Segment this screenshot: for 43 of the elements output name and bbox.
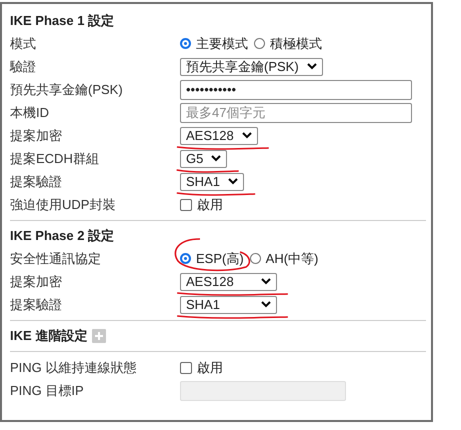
field-label: 本機ID (10, 104, 50, 122)
password-field[interactable]: ••••••••••• (180, 80, 412, 100)
chevron-down-icon (228, 178, 238, 185)
checkbox-label[interactable]: 啟用 (197, 196, 223, 214)
section-title: IKE Phase 1 設定 (10, 12, 114, 30)
radio-button[interactable] (254, 38, 265, 49)
field-label: 提案加密 (10, 126, 63, 144)
field-label: 驗證 (10, 58, 37, 76)
checkbox[interactable] (180, 362, 192, 374)
section-title: IKE 進階設定 (10, 327, 88, 345)
radio-button[interactable] (180, 38, 191, 49)
field-label: 提案加密 (10, 272, 63, 290)
field-label: 提案驗證 (10, 296, 63, 314)
radio-label[interactable]: AH(中等) (266, 250, 318, 268)
field-label: 強迫使用UDP封裝 (10, 196, 116, 214)
chevron-down-icon (261, 278, 271, 285)
dropdown[interactable]: SHA1 (180, 296, 277, 314)
radio-label[interactable]: 主要模式 (196, 34, 248, 52)
chevron-down-icon (211, 155, 222, 162)
field-label: 提案驗證 (10, 172, 63, 190)
dropdown[interactable]: 預先共享金鑰(PSK) (180, 58, 323, 76)
field-label: 安全性通訊協定 (10, 250, 102, 268)
checkbox[interactable] (180, 198, 192, 210)
field-label: PING 目標IP (10, 382, 85, 400)
radio-button[interactable] (180, 253, 191, 264)
input-field[interactable]: 最多47個字元 (180, 102, 412, 122)
dropdown[interactable]: AES128 (180, 272, 277, 290)
field-label: 預先共享金鑰(PSK) (10, 80, 124, 98)
field-label: 模式 (10, 34, 37, 52)
chevron-down-icon (242, 132, 252, 139)
checkbox-label[interactable]: 啟用 (197, 358, 223, 376)
dropdown[interactable]: AES128 (180, 126, 258, 144)
radio-button[interactable] (250, 253, 261, 264)
dropdown[interactable]: G5 (180, 150, 228, 168)
dropdown[interactable]: SHA1 (180, 172, 244, 190)
field-label: PING 以維持連線狀態 (10, 358, 138, 376)
chevron-down-icon (261, 301, 271, 308)
section-title: IKE Phase 2 設定 (10, 227, 114, 245)
annotation-underline (176, 168, 240, 174)
radio-label[interactable]: 積極模式 (270, 34, 322, 52)
field-label: 提案ECDH群組 (10, 150, 100, 168)
radio-label[interactable]: ESP(高) (196, 250, 244, 268)
chevron-down-icon (306, 63, 317, 70)
